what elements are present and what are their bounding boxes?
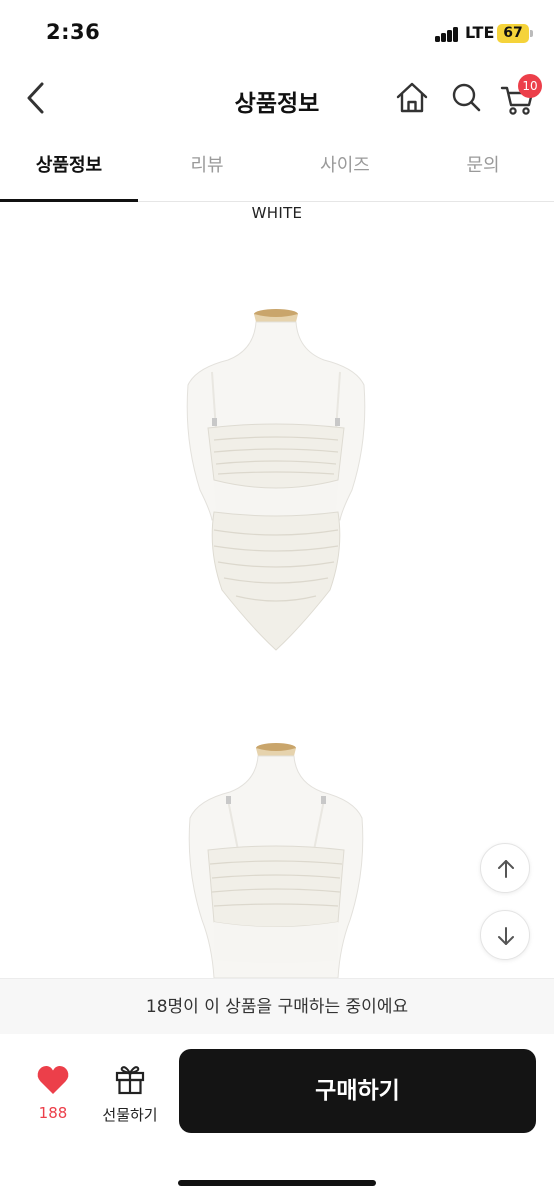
gift-icon <box>115 1066 145 1095</box>
like-count: 188 <box>38 1104 68 1122</box>
network-label: LTE <box>465 23 495 42</box>
signal-icon <box>435 26 461 42</box>
home-icon <box>396 82 428 113</box>
tab-bar: 상품정보 리뷰 사이즈 문의 <box>0 138 554 202</box>
status-bar: 2:36 LTE 67 <box>0 0 554 66</box>
purchase-notice: 18명이 이 상품을 구매하는 중이에요 <box>0 978 554 1034</box>
bottom-action-bar: 188 선물하기 구매하기 <box>0 1034 554 1200</box>
tab-review[interactable]: 리뷰 <box>138 138 276 200</box>
color-label: WHITE <box>251 204 303 222</box>
header: 상품정보 <box>0 66 554 130</box>
heart-icon <box>37 1065 69 1094</box>
home-button[interactable] <box>392 78 432 118</box>
buy-button[interactable]: 구매하기 <box>179 1049 536 1133</box>
battery-icon: 67 <box>497 24 529 43</box>
battery-tip <box>530 30 533 37</box>
arrow-up-icon <box>498 860 514 878</box>
like-button[interactable]: 188 <box>28 1060 78 1130</box>
product-image-front <box>186 309 366 651</box>
tab-product-info[interactable]: 상품정보 <box>0 138 138 200</box>
scroll-up-button[interactable] <box>480 843 530 893</box>
gift-button[interactable]: 선물하기 <box>94 1060 166 1130</box>
scroll-down-button[interactable] <box>480 910 530 960</box>
product-image-back <box>188 743 364 978</box>
cart-count-badge: 10 <box>518 74 542 98</box>
active-tab-indicator <box>0 199 138 202</box>
search-icon <box>452 83 481 112</box>
gift-label: 선물하기 <box>102 1106 158 1124</box>
arrow-down-icon <box>498 927 514 945</box>
search-button[interactable] <box>446 78 486 118</box>
home-indicator <box>178 1180 376 1186</box>
tab-inquiry[interactable]: 문의 <box>414 138 552 200</box>
status-time: 2:36 <box>46 20 101 44</box>
tab-size[interactable]: 사이즈 <box>276 138 414 200</box>
